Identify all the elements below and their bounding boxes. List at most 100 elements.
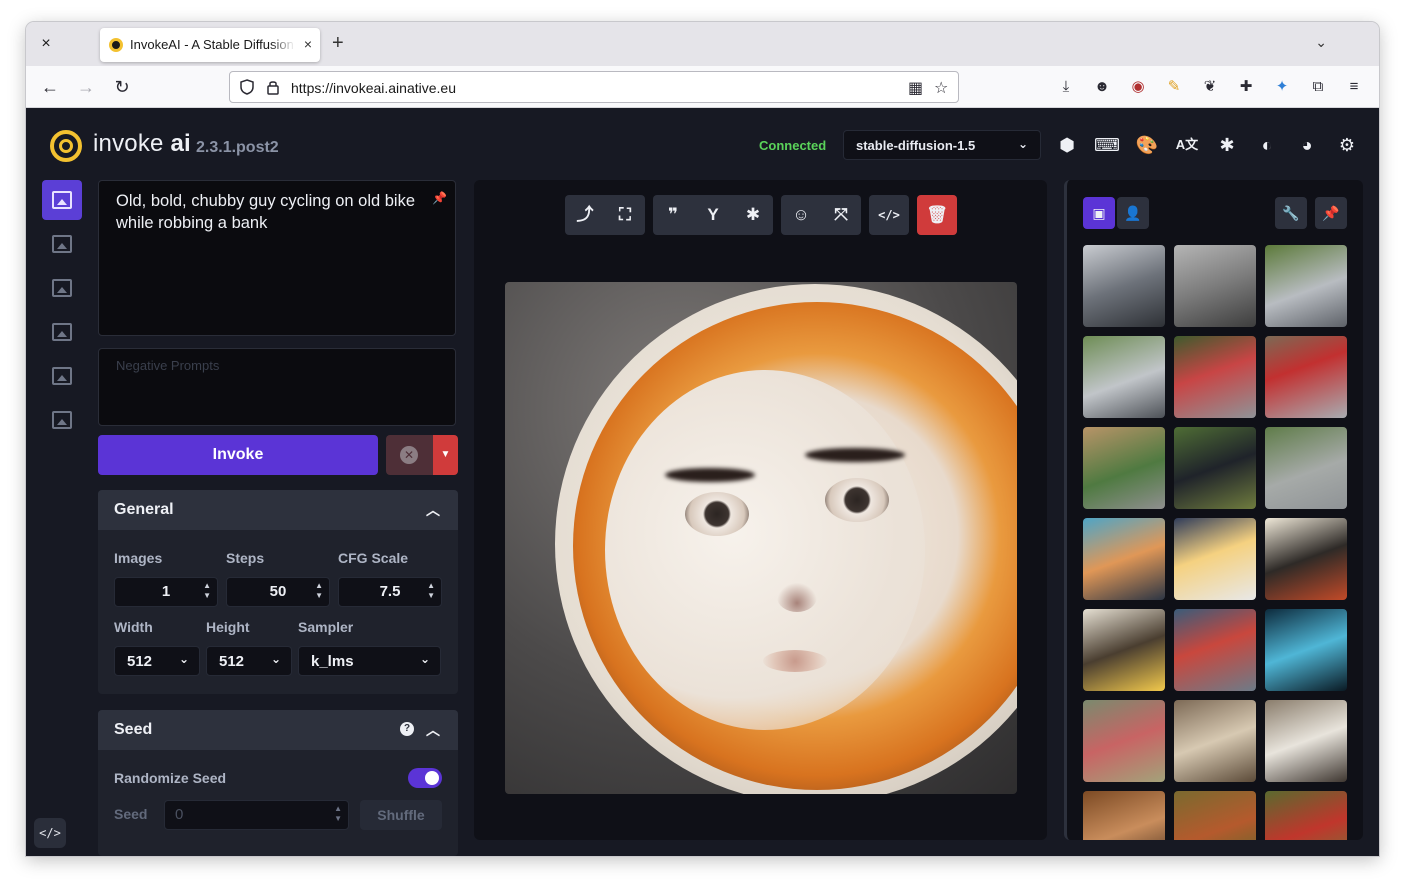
extension-tool-icon[interactable]: ✦ bbox=[1271, 76, 1293, 98]
upscale-expand-icon[interactable]: ⤧ bbox=[821, 195, 861, 235]
seed-input[interactable]: 0 ▲ ▼ bbox=[164, 800, 349, 830]
browser-tab[interactable]: InvokeAI - A Stable Diffusion Toolkit × bbox=[100, 28, 320, 62]
gallery-thumbnail-cyclist-street[interactable] bbox=[1083, 245, 1165, 327]
use-prompt-quote-icon[interactable]: ❞ bbox=[653, 195, 693, 235]
url-bar[interactable]: https://invokeai.ainative.eu ▦ ☆ bbox=[229, 71, 959, 103]
gallery-thumbnail-cyclist-sidewalk[interactable] bbox=[1083, 427, 1165, 509]
gallery-thumbnail-cyclist-path[interactable] bbox=[1083, 336, 1165, 418]
images-input[interactable]: 1 ▲ ▼ bbox=[114, 577, 218, 607]
prompt-input[interactable]: Old, bold, chubby guy cycling on old bik… bbox=[98, 180, 456, 336]
downloads-icon[interactable]: ⤓ bbox=[1055, 76, 1077, 98]
stepper-arrows-icon[interactable]: ▲ ▼ bbox=[203, 581, 211, 601]
gallery-thumbnail-partial-3[interactable] bbox=[1265, 791, 1347, 840]
seed-accordion-header[interactable]: Seed ? ︿ bbox=[98, 710, 458, 750]
nodes-icon bbox=[52, 323, 72, 341]
gallery-thumbnail-cyclist-racer[interactable] bbox=[1174, 427, 1256, 509]
show-metadata-code-icon[interactable]: </> bbox=[869, 195, 909, 235]
new-tab-button[interactable]: + bbox=[332, 32, 344, 54]
gallery-images-icon[interactable]: ▣ bbox=[1083, 197, 1115, 229]
gallery-thumbnail-cyclist-road[interactable] bbox=[1265, 245, 1347, 327]
negative-prompt-input[interactable]: Negative Prompts bbox=[98, 348, 456, 426]
model-select[interactable]: stable-diffusion-1.5 ⌄ bbox=[843, 130, 1041, 160]
share-icon[interactable]: ⤴ bbox=[565, 195, 605, 235]
back-arrow-icon[interactable]: ← bbox=[38, 75, 62, 99]
window-close-button[interactable]: × bbox=[36, 34, 56, 54]
stepper-arrows-icon[interactable]: ▲ ▼ bbox=[427, 581, 435, 601]
cancel-options-dropdown[interactable]: ▼ bbox=[433, 435, 458, 475]
model-manager-cube-icon[interactable]: ⬢ bbox=[1054, 132, 1080, 158]
bug-report-icon[interactable]: ✱ bbox=[1214, 132, 1240, 158]
gallery-thumbnail-digital-rain[interactable] bbox=[1265, 609, 1347, 691]
tab-postprocessing[interactable] bbox=[42, 356, 82, 396]
randomize-seed-label: Randomize Seed bbox=[114, 770, 227, 786]
tab-list-chevron-icon[interactable]: ⌄ bbox=[1315, 34, 1327, 51]
invokeai-app: invoke ai 2.3.1.post2 Connected stable-d… bbox=[26, 108, 1379, 856]
extension-mask-icon[interactable]: ☻ bbox=[1091, 76, 1113, 98]
delete-trash-icon[interactable]: 🗑 bbox=[917, 195, 957, 235]
gallery-thumbnail-comic-beer[interactable] bbox=[1083, 518, 1165, 600]
gallery-thumbnail-cyclist-red-shirt[interactable] bbox=[1174, 336, 1256, 418]
sampler-select[interactable]: k_lms ⌄ bbox=[298, 646, 441, 676]
extension-paw-icon[interactable]: ❦ bbox=[1199, 76, 1221, 98]
bookmark-star-icon[interactable]: ☆ bbox=[934, 78, 948, 98]
gallery-thumbnail-comic-dog-beer[interactable] bbox=[1174, 518, 1256, 600]
gallery-thumbnail-partial-1[interactable] bbox=[1083, 791, 1165, 840]
lock-icon[interactable] bbox=[266, 79, 280, 95]
github-icon[interactable]: ◐ bbox=[1254, 132, 1280, 158]
language-icon[interactable]: A文 bbox=[1174, 132, 1200, 158]
discord-icon[interactable]: ◕ bbox=[1294, 132, 1320, 158]
gallery-user-icon[interactable]: 👤 bbox=[1117, 197, 1149, 229]
fullscreen-icon[interactable]: ⛶ bbox=[605, 195, 645, 235]
tab-close-button[interactable]: × bbox=[304, 36, 312, 52]
gallery-thumbnail-cyclist-hill[interactable] bbox=[1265, 427, 1347, 509]
eye-left bbox=[685, 492, 749, 536]
tab-unified-canvas[interactable] bbox=[42, 268, 82, 308]
hamburger-menu-icon[interactable]: ≡ bbox=[1343, 76, 1365, 98]
qr-code-icon[interactable]: ▦ bbox=[908, 78, 923, 98]
gallery-thumbnail-city-rain[interactable] bbox=[1174, 609, 1256, 691]
gallery-pin-icon[interactable]: 📌 bbox=[1315, 197, 1347, 229]
gallery-thumbnail-toilet-rolls[interactable] bbox=[1265, 700, 1347, 782]
chevron-down-icon: ⌄ bbox=[270, 652, 281, 666]
gallery-thumbnail-partial-2[interactable] bbox=[1174, 791, 1256, 840]
gallery-thumbnail-dragon[interactable] bbox=[1083, 700, 1165, 782]
randomize-seed-toggle[interactable] bbox=[408, 768, 442, 788]
hotkeys-keyboard-icon[interactable]: ⌨ bbox=[1094, 132, 1120, 158]
gallery-thumbnail-cyclist-gravel[interactable] bbox=[1265, 336, 1347, 418]
use-all-asterisk-icon[interactable]: ✱ bbox=[733, 195, 773, 235]
gallery-thumbnail-wooden-bowl[interactable] bbox=[1174, 700, 1256, 782]
tab-nodes[interactable] bbox=[42, 312, 82, 352]
extensions-puzzle-icon[interactable]: ⧉ bbox=[1307, 76, 1329, 98]
tab-image-to-image[interactable] bbox=[42, 224, 82, 264]
console-toggle-code-icon[interactable]: </> bbox=[34, 818, 66, 848]
tracking-shield-icon[interactable] bbox=[240, 79, 254, 95]
cfg-scale-input[interactable]: 7.5 ▲ ▼ bbox=[338, 577, 442, 607]
invoke-button[interactable]: Invoke bbox=[98, 435, 378, 475]
gallery-thumbnail-comic-bottles[interactable] bbox=[1083, 609, 1165, 691]
settings-gear-icon[interactable]: ⚙ bbox=[1334, 132, 1360, 158]
general-accordion-header[interactable]: General ︿ bbox=[98, 490, 458, 530]
stepper-arrows-icon[interactable]: ▲ ▼ bbox=[334, 804, 342, 824]
face-restore-icon[interactable]: ☺ bbox=[781, 195, 821, 235]
tab-training[interactable] bbox=[42, 400, 82, 440]
gallery-settings-wrench-icon[interactable]: 🔧 bbox=[1275, 197, 1307, 229]
use-seed-sprout-icon[interactable]: Y bbox=[693, 195, 733, 235]
steps-input[interactable]: 50 ▲ ▼ bbox=[226, 577, 330, 607]
cancel-button[interactable]: ✕ bbox=[386, 435, 433, 475]
height-select[interactable]: 512 ⌄ bbox=[206, 646, 292, 676]
pin-icon[interactable]: 📌 bbox=[432, 187, 447, 209]
gallery-thumbnail-cyclist-grey[interactable] bbox=[1174, 245, 1256, 327]
extension-grid-icon[interactable]: ✚ bbox=[1235, 76, 1257, 98]
forward-arrow-icon[interactable]: → bbox=[74, 75, 98, 99]
shuffle-button[interactable]: Shuffle bbox=[360, 800, 442, 830]
reload-icon[interactable]: ↻ bbox=[110, 75, 134, 99]
help-icon[interactable]: ? bbox=[400, 722, 414, 736]
extension-block-icon[interactable]: ◉ bbox=[1127, 76, 1149, 98]
theme-palette-icon[interactable]: 🎨 bbox=[1134, 132, 1160, 158]
stepper-arrows-icon[interactable]: ▲ ▼ bbox=[315, 581, 323, 601]
width-select[interactable]: 512 ⌄ bbox=[114, 646, 200, 676]
tab-text-to-image[interactable] bbox=[42, 180, 82, 220]
gallery-thumbnail-comic-cat[interactable] bbox=[1265, 518, 1347, 600]
extension-fox-icon[interactable]: ✎ bbox=[1163, 76, 1185, 98]
cfg-scale-label: CFG Scale bbox=[338, 550, 409, 566]
